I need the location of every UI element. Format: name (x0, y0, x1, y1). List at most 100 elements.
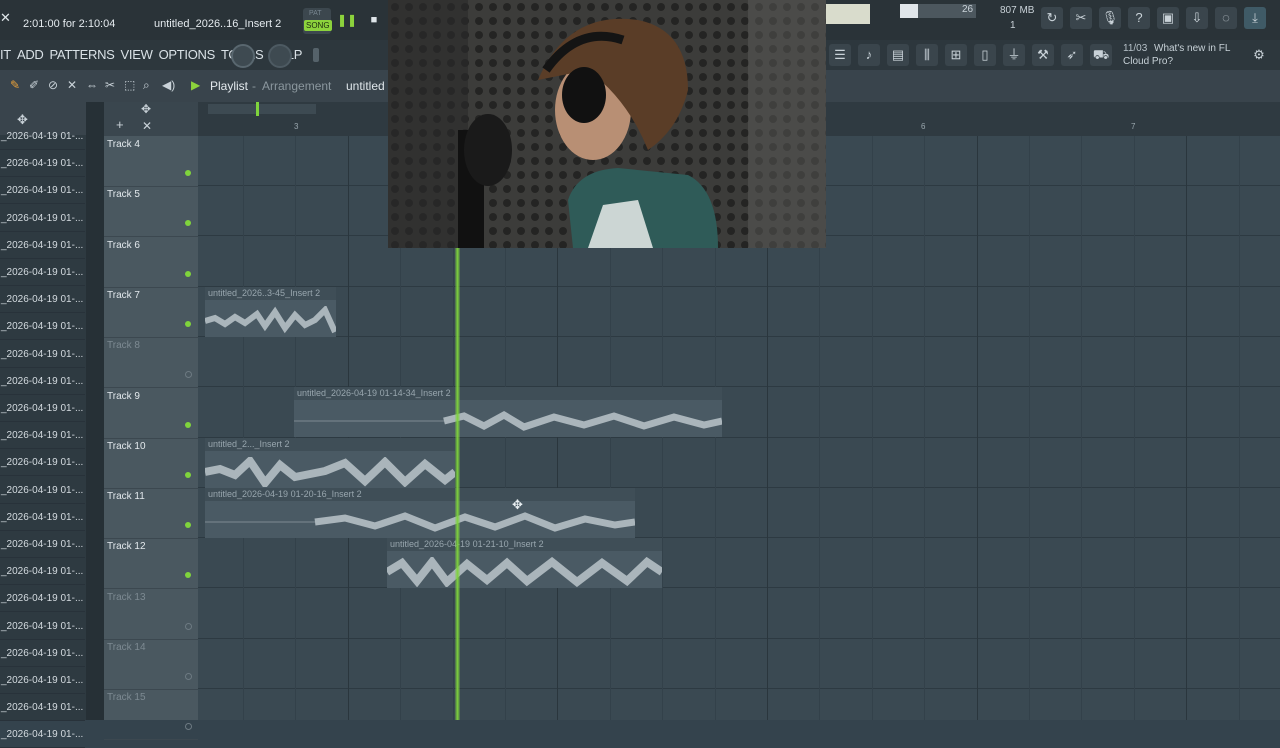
browser-item[interactable]: _2026-04-19 01-... (0, 287, 85, 314)
track-header[interactable]: Track 6 (104, 237, 198, 288)
delete-tool-icon[interactable]: ⊘ (48, 78, 58, 92)
browser-item[interactable]: _2026-04-19 01-... (0, 722, 85, 748)
main-volume-knob[interactable] (231, 44, 255, 68)
chat-icon[interactable]: ◌ (1215, 7, 1237, 29)
paint-tool-icon[interactable]: ✐ (29, 78, 39, 92)
track-header[interactable]: Track 9 (104, 388, 198, 439)
cart-icon[interactable]: ⛟ (1090, 44, 1112, 66)
menu-add[interactable]: ADD (17, 47, 44, 62)
browser-item[interactable]: _2026-04-19 01-... (0, 505, 85, 531)
browser-item[interactable]: _2026-04-19 01-... (0, 206, 85, 232)
audio-clip[interactable]: untitled_2026-04-19 01-21-10_Insert 2 (387, 538, 662, 588)
track-header[interactable]: Track 8 (104, 337, 198, 389)
playhead[interactable] (455, 248, 460, 720)
mute-tool-icon[interactable]: ✕ (67, 78, 77, 92)
track-mute-led[interactable] (185, 622, 192, 630)
track-mute-led[interactable] (185, 673, 192, 680)
browser-item[interactable]: _2026-04-19 01-... (0, 151, 85, 178)
zoom-tool-icon[interactable]: ⌕ (143, 78, 150, 93)
audio-clip[interactable]: untitled_2026-04-19 01-20-16_Insert 2 (205, 488, 635, 538)
track-mute-led[interactable] (185, 572, 191, 579)
plugin-icon[interactable]: ⏚ (1003, 44, 1025, 66)
browser-item[interactable]: _2026-04-19 01-... (0, 641, 85, 667)
audio-clip[interactable]: untitled_2..._Insert 2 (205, 438, 455, 488)
arrangement-name[interactable]: Arrangement (262, 79, 331, 93)
piano-roll-icon[interactable]: ♪ (858, 44, 880, 66)
browser-item[interactable]: _2026-04-19 01-... (0, 532, 85, 558)
menu-edit[interactable]: IT (0, 47, 11, 62)
browser-item[interactable]: _2026-04-19 01-... (0, 369, 85, 395)
browser-item[interactable]: _2026-04-19 01-... (0, 178, 85, 205)
audio-clip[interactable]: untitled_2026-04-19 01-14-34_Insert 2 (294, 387, 722, 437)
track-header[interactable]: Track 5 (104, 186, 198, 238)
news-text[interactable]: What's new in FL Cloud Pro? (1123, 42, 1235, 68)
track-mute-led[interactable] (185, 220, 191, 227)
browser-item[interactable]: _2026-04-19 01-... (0, 233, 85, 259)
draw-tool-icon[interactable]: ✎ (10, 78, 20, 92)
browser-item[interactable]: _2026-04-19 01-... (0, 124, 85, 150)
main-pitch-knob[interactable] (268, 44, 292, 68)
download-icon[interactable]: ⤓ (1244, 7, 1266, 29)
cut-icon[interactable]: ✂ (1070, 7, 1092, 29)
track-mute-led[interactable] (185, 320, 191, 327)
pause-icon[interactable]: ❚❚ (337, 9, 357, 31)
menu-patterns[interactable]: PATTERNS (50, 47, 115, 62)
settings-icon[interactable]: ⚙ (1248, 44, 1270, 66)
feather-icon[interactable]: ➶ (1061, 44, 1083, 66)
browser-item[interactable]: _2026-04-19 01-... (0, 668, 85, 694)
routing-icon[interactable]: ⊞ (945, 44, 967, 66)
track-mute-led[interactable] (185, 723, 192, 731)
zoom-move-icon[interactable]: ✥ (141, 102, 151, 116)
browser-item[interactable]: _2026-04-19 01-... (0, 260, 85, 286)
browser-item[interactable]: _2026-04-19 01-... (0, 396, 85, 422)
audio-clip[interactable]: untitled_2026..3-45_Insert 2 (205, 287, 336, 337)
browser-item[interactable]: _2026-04-19 01-... (0, 586, 85, 613)
track-mute-led[interactable] (185, 471, 191, 478)
browser-item[interactable]: _2026-04-19 01-... (0, 614, 85, 640)
track-mute-led[interactable] (185, 170, 191, 176)
speaker-tool-icon[interactable]: ◀) (162, 78, 175, 92)
remove-icon[interactable]: ✕ (142, 119, 152, 133)
play-arrow-icon[interactable]: ▶ (191, 78, 200, 92)
track-mute-led[interactable] (185, 522, 191, 529)
browser-item[interactable]: _2026-04-19 01-... (0, 423, 85, 450)
track-header[interactable]: Track 15 (104, 689, 198, 741)
browser-item[interactable]: _2026-04-19 01-... (0, 450, 85, 477)
help-icon[interactable]: ? (1128, 7, 1150, 29)
mixer-icon[interactable]: ⫼ (916, 44, 938, 66)
tools-icon[interactable]: ⚒ (1032, 44, 1054, 66)
browser-item[interactable]: _2026-04-19 01-... (0, 342, 85, 368)
add-track-icon[interactable]: + (116, 117, 124, 132)
browser-scrollbar[interactable] (86, 102, 104, 720)
close-icon[interactable]: ✕ (0, 10, 11, 28)
scroll-handle[interactable] (208, 104, 316, 114)
tempo-slider[interactable] (313, 48, 319, 62)
track-header[interactable]: Track 12 (104, 538, 198, 590)
stop-icon[interactable]: ■ (365, 9, 383, 31)
select-tool-icon[interactable]: ⬚ (124, 78, 135, 92)
pat-song-toggle[interactable]: PAT SONG (303, 8, 332, 34)
file-icon[interactable]: ▯ (974, 44, 996, 66)
save-icon[interactable]: ▣ (1157, 7, 1179, 29)
track-header[interactable]: Track 10 (104, 438, 198, 489)
track-mute-led[interactable] (185, 270, 191, 277)
refresh-icon[interactable]: ↻ (1041, 7, 1063, 29)
browser-item[interactable]: _2026-04-19 01-... (0, 314, 85, 341)
track-header[interactable]: Track 11 (104, 488, 198, 540)
playlist-icon[interactable]: ☰ (829, 44, 851, 66)
track-header[interactable]: Track 7 (104, 287, 198, 338)
track-mute-led[interactable] (185, 421, 191, 428)
master-volume-meter[interactable] (826, 4, 870, 24)
microphone-icon[interactable]: 🎙 (1099, 7, 1121, 29)
track-mute-led[interactable] (185, 371, 192, 379)
slice-tool-icon[interactable]: ✂ (105, 78, 115, 92)
slip-tool-icon[interactable]: ⇔ (86, 78, 98, 92)
browser-item[interactable]: _2026-04-19 01-... (0, 559, 85, 586)
browser-item[interactable]: _2026-04-19 01-... (0, 695, 85, 722)
track-header[interactable]: Track 4 (104, 136, 198, 187)
menu-options[interactable]: OPTIONS (159, 47, 216, 62)
menu-view[interactable]: VIEW (121, 47, 153, 62)
track-header[interactable]: Track 13 (104, 589, 198, 640)
render-icon[interactable]: ⇩ (1186, 7, 1208, 29)
track-header[interactable]: Track 14 (104, 639, 198, 690)
